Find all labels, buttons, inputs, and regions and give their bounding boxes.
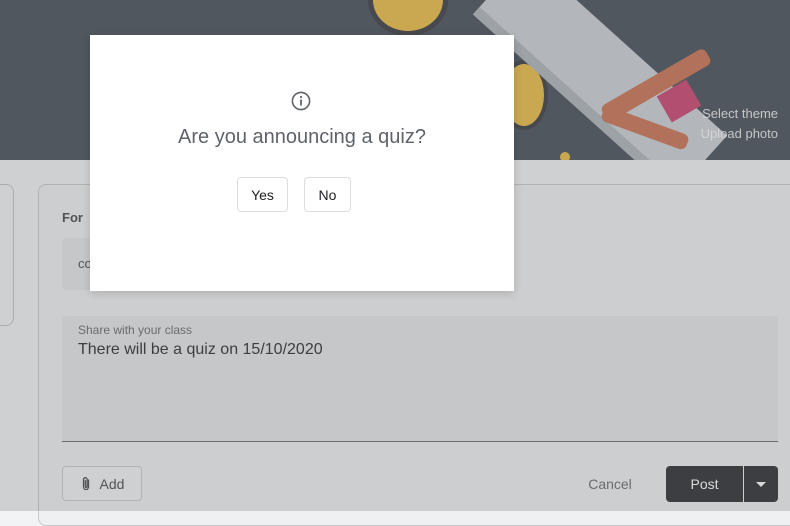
yes-button[interactable]: Yes: [237, 177, 288, 212]
info-icon: [291, 91, 311, 111]
quiz-confirm-dialog: Are you announcing a quiz? Yes No: [90, 35, 514, 291]
dialog-title: Are you announcing a quiz?: [178, 126, 426, 148]
no-button[interactable]: No: [304, 177, 351, 212]
